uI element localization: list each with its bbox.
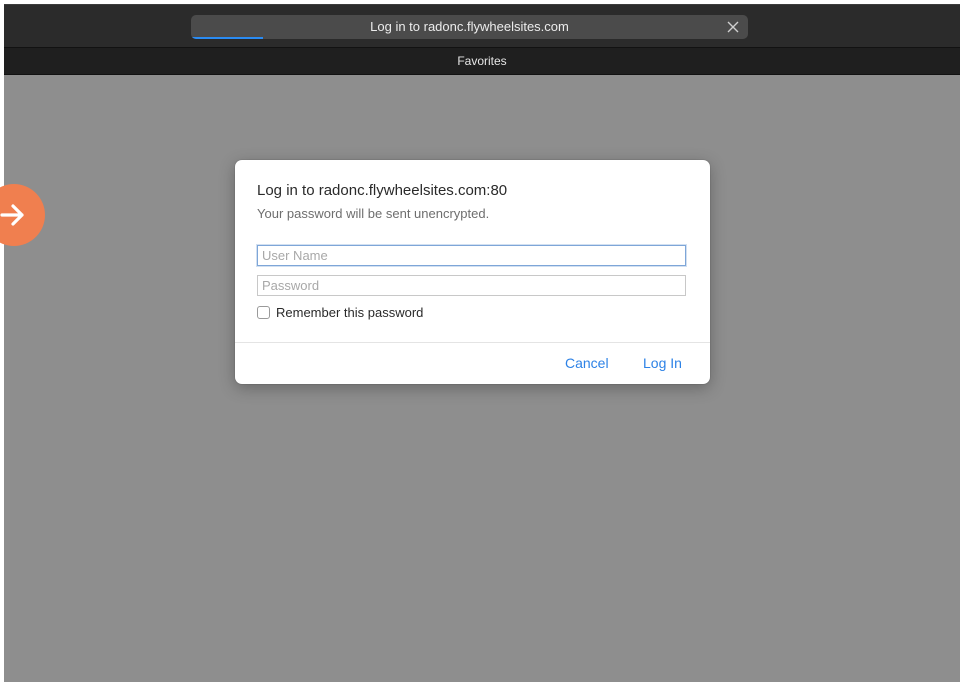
browser-toolbar: Log in to radonc.flywheelsites.com <box>4 4 960 48</box>
remember-password-checkbox[interactable] <box>257 305 270 319</box>
remember-password-label: Remember this password <box>276 304 424 320</box>
arrow-right-icon <box>0 204 24 226</box>
close-icon[interactable] <box>724 18 742 36</box>
favorites-label[interactable]: Favorites <box>4 48 960 74</box>
cancel-button[interactable]: Cancel <box>565 355 609 371</box>
address-bar[interactable]: Log in to radonc.flywheelsites.com <box>191 15 748 39</box>
remember-password-option[interactable]: Remember this password <box>257 304 423 320</box>
login-button[interactable]: Log In <box>643 355 682 371</box>
dialog-subtitle: Your password will be sent unencrypted. <box>257 206 490 221</box>
password-input[interactable] <box>257 275 686 296</box>
address-title: Log in to radonc.flywheelsites.com <box>370 19 569 34</box>
page-load-progress <box>191 37 264 39</box>
username-input[interactable] <box>257 245 686 266</box>
dialog-title: Log in to radonc.flywheelsites.com:80 <box>257 182 508 199</box>
favorites-bar: Favorites <box>4 47 960 75</box>
login-dialog: Log in to radonc.flywheelsites.com:80 Yo… <box>235 160 710 384</box>
browser-window: Log in to radonc.flywheelsites.com Favor… <box>4 4 960 682</box>
dialog-divider <box>235 342 710 343</box>
